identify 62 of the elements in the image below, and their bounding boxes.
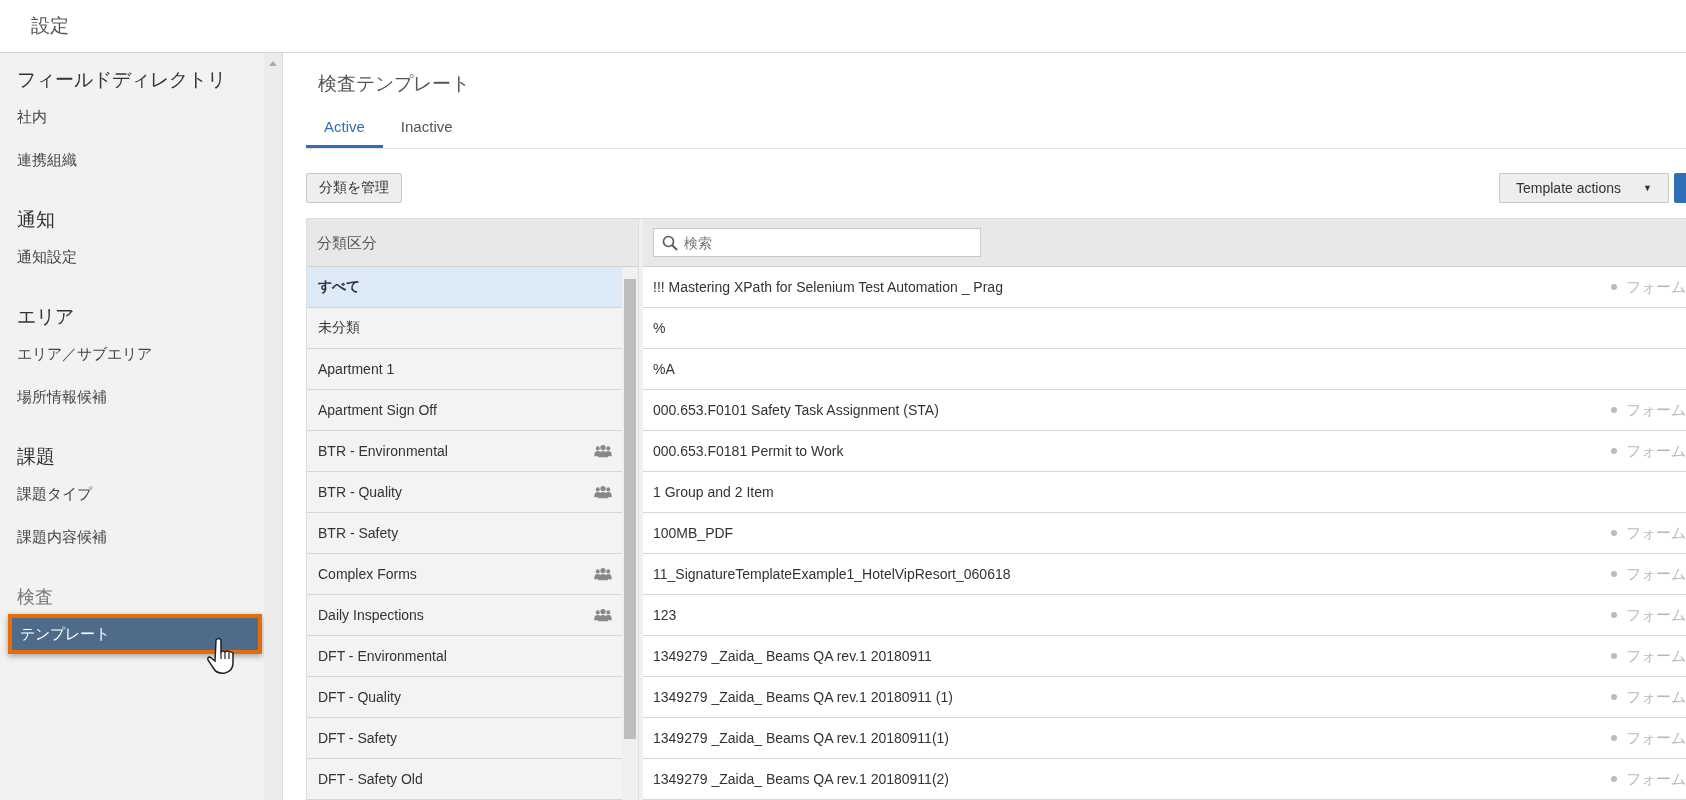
sidebar-item[interactable]: エリア／サブエリア (0, 332, 264, 375)
status-dot (1611, 284, 1617, 290)
status-label: フォーム (1626, 605, 1686, 625)
status-dot (1611, 612, 1617, 618)
template-name[interactable]: 1349279 _Zaida_ Beams QA rev.1 20180911 (653, 648, 932, 664)
status-dot (1611, 571, 1617, 577)
section-heading: 課題 (16, 445, 56, 469)
hand-cursor-icon (206, 636, 236, 676)
status-label: フォーム (1626, 400, 1686, 420)
category-item[interactable]: すべて (307, 267, 622, 308)
status-label: フォーム (1626, 277, 1686, 297)
primary-button[interactable] (1674, 173, 1686, 203)
status-dot (1611, 448, 1617, 454)
page-title: 検査テンプレート (318, 72, 471, 96)
status-label: フォーム (1626, 564, 1686, 584)
tab[interactable]: Inactive (382, 109, 471, 148)
template-name[interactable]: 1349279 _Zaida_ Beams QA rev.1 20180911(2) (653, 771, 950, 787)
status-label: フォーム (1626, 646, 1686, 666)
status-label: フォーム (1626, 523, 1686, 543)
section-heading: フィールドディレクトリ (16, 68, 227, 92)
template-name[interactable]: %A (653, 361, 675, 377)
status-dot (1611, 530, 1617, 536)
template-name[interactable]: !!! Mastering XPath for Selenium Test Automation _ Prag (653, 279, 1003, 295)
sidebar-item[interactable]: 課題内容候補 (0, 515, 264, 558)
status-dot (1611, 735, 1617, 741)
section-heading: エリア (16, 305, 75, 329)
template-actions-button[interactable]: Template actions ▼ (1499, 173, 1669, 203)
template-name[interactable]: % (653, 320, 666, 336)
status-label: フォーム (1626, 687, 1686, 707)
status-label: フォーム (1626, 769, 1686, 789)
search-field[interactable]: 検索 (653, 228, 981, 257)
status-dot (1611, 653, 1617, 659)
manage-categories-button[interactable]: 分類を管理 (306, 173, 402, 203)
sidebar-item[interactable]: 通知設定 (0, 235, 264, 278)
template-name[interactable]: 1349279 _Zaida_ Beams QA rev.1 20180911 (1) (653, 689, 953, 705)
template-name[interactable]: 100MB_PDF (653, 525, 734, 541)
column-header: 分類区分 (307, 219, 638, 267)
sidebar-item[interactable]: 連携組織 (0, 138, 264, 181)
sidebar-item[interactable]: 課題タイプ (0, 472, 264, 515)
scrollbar[interactable] (264, 53, 282, 800)
template-name[interactable]: 000.653.F0101 Safety Task Assignment (STA) (653, 402, 939, 418)
template-name[interactable]: 000.653.F0181 Permit to Work (653, 443, 844, 459)
template-name[interactable]: 11_SignatureTemplateExample1_HotelVipResort_060618 (653, 566, 1011, 582)
sidebar-item[interactable]: 場所情報候補 (0, 375, 264, 418)
category-item[interactable]: BTR - Quality (307, 472, 622, 513)
template-name[interactable]: 123 (653, 607, 677, 623)
status-dot (1611, 776, 1617, 782)
tab[interactable]: Active (306, 109, 383, 148)
sidebar-item[interactable]: 社内 (0, 95, 264, 138)
sidebar-item[interactable]: テンプレート (8, 614, 262, 654)
category-item[interactable]: Daily Inspections (307, 595, 622, 636)
page-header-title: 設定 (31, 14, 69, 38)
category-item[interactable]: BTR - Environmental (307, 431, 622, 472)
status-dot (1611, 694, 1617, 700)
template-name[interactable]: 1 Group and 2 Item (653, 484, 774, 500)
section-heading: 通知 (16, 208, 56, 232)
template-name[interactable]: 1349279 _Zaida_ Beams QA rev.1 20180911(1) (653, 730, 950, 746)
category-item[interactable]: Complex Forms (307, 554, 622, 595)
status-label: フォーム (1626, 728, 1686, 748)
section-heading: 検査 (16, 586, 54, 609)
status-dot (1611, 407, 1617, 413)
status-label: フォーム (1626, 441, 1686, 461)
